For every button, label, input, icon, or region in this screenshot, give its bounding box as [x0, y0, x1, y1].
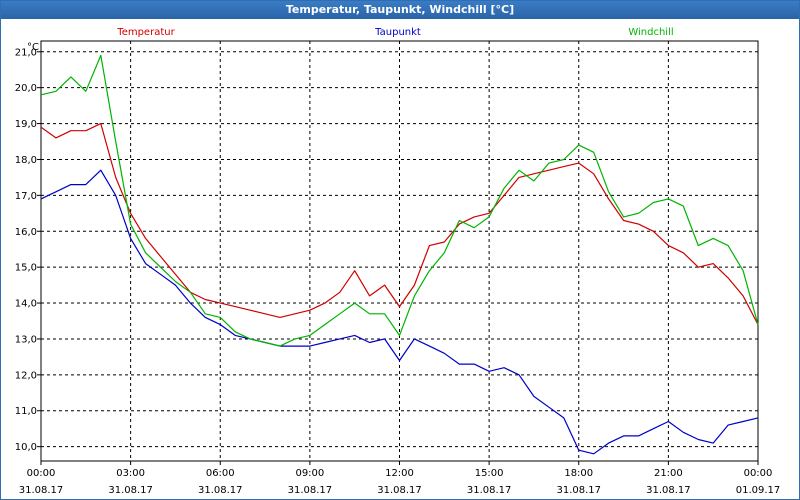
x-tick-time: 21:00	[654, 468, 683, 479]
x-tick-time: 00:00	[744, 468, 773, 479]
x-tick-date: 31.08.17	[108, 485, 153, 496]
x-tick-date: 01.09.17	[736, 485, 781, 496]
line-chart: 10,0 11,0 12,0 13,0 14,0 15,0 16,0 17,0 18,0 19,0…	[15, 27, 781, 496]
x-tick-date: 31.08.17	[198, 485, 243, 496]
x-tick-date: 31.08.17	[556, 485, 601, 496]
y-tick-label: 14,0	[15, 299, 37, 310]
y-tick-label: 13,0	[15, 334, 37, 345]
y-axis-label: °C	[27, 42, 39, 53]
chart-window: Temperatur, Taupunkt, Windchill [°C] 10,…	[0, 0, 800, 500]
x-tick-time: 00:00	[27, 468, 56, 479]
x-tick-time: 06:00	[206, 468, 235, 479]
y-tick-label: 17,0	[15, 191, 37, 202]
y-tick-label: 16,0	[15, 227, 37, 238]
x-tick-time: 15:00	[475, 468, 504, 479]
x-tick-date: 31.08.17	[377, 485, 422, 496]
y-tick-label: 20,0	[15, 83, 37, 94]
y-tick-label: 19,0	[15, 119, 37, 130]
y-tick-label: 18,0	[15, 155, 37, 166]
x-tick-date: 31.08.17	[646, 485, 691, 496]
x-tick-date: 31.08.17	[19, 485, 64, 496]
y-tick-label: 15,0	[15, 263, 37, 274]
legend-taupunkt: Taupunkt	[374, 27, 421, 38]
x-tick-time: 09:00	[295, 468, 324, 479]
x-tick-time: 03:00	[116, 468, 145, 479]
x-tick-time: 12:00	[385, 468, 414, 479]
y-tick-label: 10,0	[15, 442, 37, 453]
legend-windchill: Windchill	[628, 27, 673, 38]
y-tick-label: 12,0	[15, 370, 37, 381]
x-tick-date: 31.08.17	[288, 485, 333, 496]
x-tick-date: 31.08.17	[467, 485, 512, 496]
legend-temperatur: Temperatur	[116, 27, 175, 38]
x-tick-time: 18:00	[564, 468, 593, 479]
y-tick-label: 11,0	[15, 406, 37, 417]
